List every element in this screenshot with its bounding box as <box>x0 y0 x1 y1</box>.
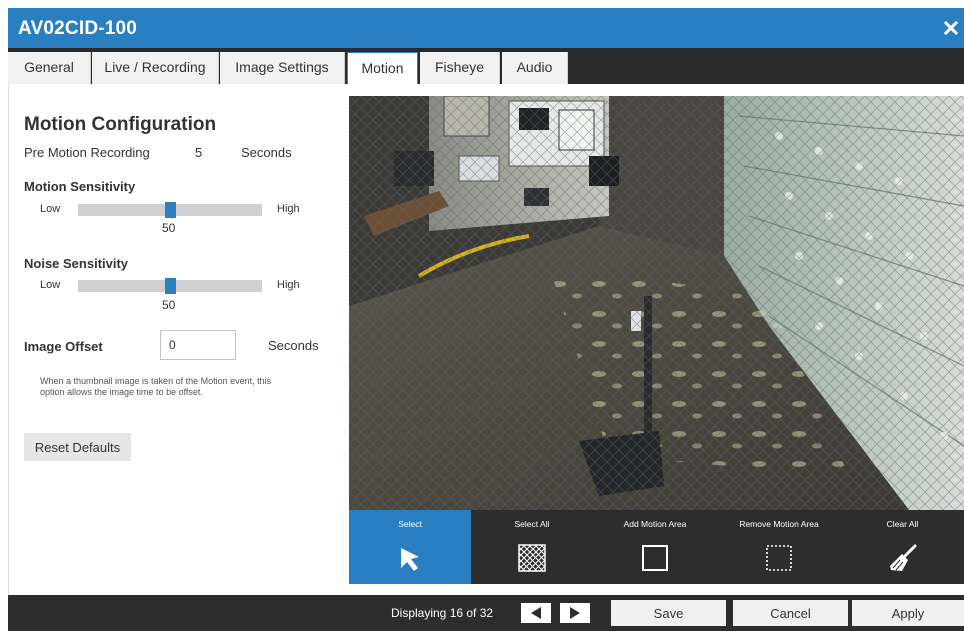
tab-general[interactable]: General <box>8 52 91 84</box>
section-title: Motion Configuration <box>24 114 217 135</box>
remove-motion-area-label: Remove Motion Area <box>739 519 819 529</box>
grid-pattern-icon <box>518 544 546 572</box>
remove-motion-area-button[interactable]: Remove Motion Area <box>717 510 841 584</box>
dashed-square-icon <box>766 545 792 571</box>
motion-config-panel: Motion Configuration Pre Motion Recordin… <box>8 84 340 595</box>
pre-motion-unit: Seconds <box>241 145 292 160</box>
motion-sensitivity-low: Low <box>40 203 61 215</box>
noise-sensitivity-low: Low <box>40 279 61 291</box>
clear-all-label: Clear All <box>886 519 919 529</box>
select-tool-button[interactable]: Select <box>349 510 471 584</box>
motion-sensitivity-slider[interactable] <box>78 202 262 218</box>
noise-sensitivity-high: High <box>277 279 300 291</box>
motion-sensitivity-thumb[interactable] <box>165 202 176 218</box>
noise-sensitivity-thumb[interactable] <box>165 278 176 294</box>
add-motion-area-label: Add Motion Area <box>623 519 687 529</box>
camera-image <box>349 96 964 510</box>
tab-live-recording[interactable]: Live / Recording <box>92 52 219 84</box>
cursor-arrow-icon <box>401 548 419 571</box>
motion-sensitivity-high: High <box>277 203 300 215</box>
close-icon <box>944 21 958 35</box>
image-offset-label: Image Offset <box>24 339 103 354</box>
motion-sensitivity-label: Motion Sensitivity <box>24 179 136 194</box>
motion-sensitivity-value: 50 <box>162 221 176 235</box>
reset-defaults-button[interactable]: Reset Defaults <box>24 433 131 461</box>
next-camera-button[interactable] <box>560 603 590 623</box>
motion-toolbar: Select Select All Add Motion Area Remove… <box>349 510 964 584</box>
pagination-status: Displaying 16 of 32 <box>391 606 494 620</box>
broom-icon <box>889 544 916 571</box>
footer-bar: Displaying 16 of 32 Save Cancel Apply <box>8 595 964 631</box>
pre-motion-value[interactable]: 5 <box>195 145 202 160</box>
dialog-title: AV02CID-100 <box>18 18 138 39</box>
add-motion-area-button[interactable]: Add Motion Area <box>593 510 717 584</box>
close-button[interactable] <box>944 14 964 42</box>
tab-motion[interactable]: Motion <box>347 52 418 84</box>
noise-sensitivity-label: Noise Sensitivity <box>24 256 129 271</box>
select-all-tool-label: Select All <box>514 519 550 529</box>
next-arrow-icon <box>570 607 580 619</box>
prev-arrow-icon <box>531 607 541 619</box>
apply-button[interactable]: Apply <box>852 600 964 626</box>
pre-motion-label: Pre Motion Recording <box>24 145 150 160</box>
clear-all-button[interactable]: Clear All <box>841 510 964 584</box>
select-tool-label: Select <box>398 519 422 529</box>
select-all-tool-button[interactable]: Select All <box>471 510 593 584</box>
prev-camera-button[interactable] <box>521 603 551 623</box>
camera-settings-dialog: AV02CID-100 General Live / Recording Ima… <box>0 0 964 631</box>
tab-audio[interactable]: Audio <box>502 52 568 84</box>
camera-view[interactable] <box>349 96 964 510</box>
tab-bar: General Live / Recording Image Settings … <box>8 48 964 84</box>
image-offset-note: When a thumbnail image is taken of the M… <box>40 376 272 397</box>
title-bar: AV02CID-100 <box>8 8 964 48</box>
noise-sensitivity-slider[interactable] <box>78 278 262 294</box>
image-offset-input[interactable] <box>160 330 236 360</box>
save-button[interactable]: Save <box>611 600 726 626</box>
tab-fisheye[interactable]: Fisheye <box>420 52 500 84</box>
cancel-button[interactable]: Cancel <box>733 600 848 626</box>
square-outline-icon <box>642 545 668 571</box>
noise-sensitivity-value: 50 <box>162 298 176 312</box>
image-offset-unit: Seconds <box>268 338 319 353</box>
tab-image-settings[interactable]: Image Settings <box>220 52 345 84</box>
